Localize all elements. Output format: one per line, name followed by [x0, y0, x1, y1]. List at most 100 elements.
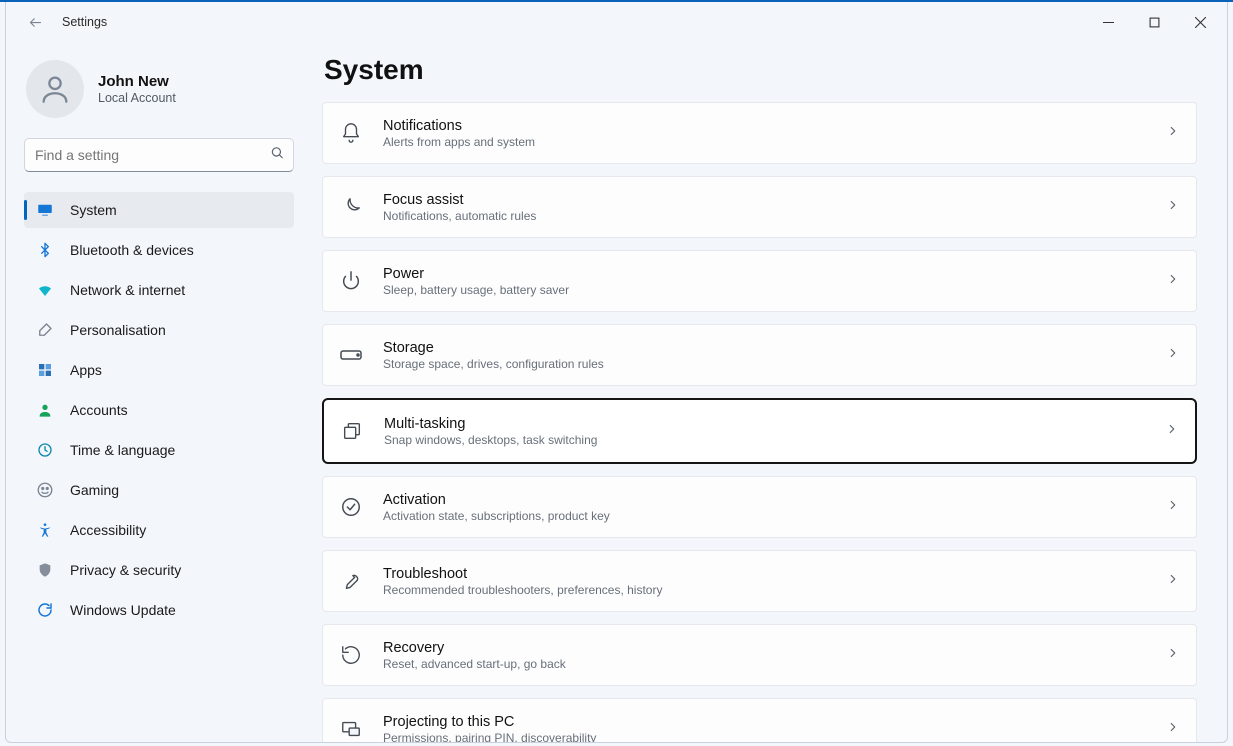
settings-cards: Notifications Alerts from apps and syste… — [322, 102, 1197, 742]
project-icon — [337, 715, 365, 742]
card-sub: Activation state, subscriptions, product… — [383, 509, 1148, 523]
sidebar-item-bluetooth-devices[interactable]: Bluetooth & devices — [24, 232, 294, 268]
arrow-left-icon — [28, 15, 43, 30]
card-power[interactable]: Power Sleep, battery usage, battery save… — [322, 250, 1197, 312]
sidebar-item-label: Personalisation — [70, 322, 284, 338]
window-close-button[interactable] — [1177, 7, 1223, 37]
minimize-icon — [1103, 17, 1114, 28]
sidebar-item-apps[interactable]: Apps — [24, 352, 294, 388]
settings-window: Settings John New Local Account — [5, 2, 1228, 743]
sidebar-item-label: Privacy & security — [70, 562, 284, 578]
card-sub: Storage space, drives, configuration rul… — [383, 357, 1148, 371]
wifi-icon — [36, 281, 54, 299]
bluetooth-icon — [36, 241, 54, 259]
card-sub: Recommended troubleshooters, preferences… — [383, 583, 1148, 597]
account-icon — [36, 401, 54, 419]
maximize-icon — [1149, 17, 1160, 28]
sidebar-item-accessibility[interactable]: Accessibility — [24, 512, 294, 548]
card-sub: Permissions, pairing PIN, discoverabilit… — [383, 731, 1148, 743]
chevron-right-icon — [1166, 198, 1180, 217]
sidebar-item-label: Accounts — [70, 402, 284, 418]
card-title: Notifications — [383, 118, 1148, 134]
window-minimize-button[interactable] — [1085, 7, 1131, 37]
chevron-right-icon — [1166, 572, 1180, 591]
card-sub: Sleep, battery usage, battery saver — [383, 283, 1148, 297]
sidebar-item-label: Apps — [70, 362, 284, 378]
sidebar-item-network-internet[interactable]: Network & internet — [24, 272, 294, 308]
nav-list: System Bluetooth & devices Network & int… — [24, 192, 294, 628]
profile-sub: Local Account — [98, 91, 176, 105]
back-button[interactable] — [20, 7, 50, 37]
profile[interactable]: John New Local Account — [24, 60, 294, 138]
chevron-right-icon — [1166, 124, 1180, 143]
search-icon — [270, 146, 284, 165]
shield-icon — [36, 561, 54, 579]
page-title: System — [324, 54, 1197, 86]
wrench-icon — [337, 567, 365, 595]
recovery-icon — [337, 641, 365, 669]
main-content[interactable]: System Notifications Alerts from apps an… — [312, 42, 1227, 742]
storage-icon — [337, 341, 365, 369]
card-notifications[interactable]: Notifications Alerts from apps and syste… — [322, 102, 1197, 164]
sidebar-item-label: System — [70, 202, 284, 218]
bell-icon — [337, 119, 365, 147]
search-container — [24, 138, 294, 172]
card-title: Multi-tasking — [384, 416, 1147, 432]
sidebar-item-time-language[interactable]: Time & language — [24, 432, 294, 468]
sidebar-item-windows-update[interactable]: Windows Update — [24, 592, 294, 628]
card-recovery[interactable]: Recovery Reset, advanced start-up, go ba… — [322, 624, 1197, 686]
card-title: Activation — [383, 492, 1148, 508]
card-title: Projecting to this PC — [383, 714, 1148, 730]
sidebar-item-label: Windows Update — [70, 602, 284, 618]
card-title: Storage — [383, 340, 1148, 356]
sidebar-item-label: Accessibility — [70, 522, 284, 538]
sidebar-item-system[interactable]: System — [24, 192, 294, 228]
brush-icon — [36, 321, 54, 339]
card-multi-tasking[interactable]: Multi-tasking Snap windows, desktops, ta… — [322, 398, 1197, 464]
sidebar-item-gaming[interactable]: Gaming — [24, 472, 294, 508]
multitask-icon — [338, 417, 366, 445]
chevron-right-icon — [1165, 422, 1179, 441]
chevron-right-icon — [1166, 720, 1180, 739]
avatar — [26, 60, 84, 118]
chevron-right-icon — [1166, 646, 1180, 665]
update-icon — [36, 601, 54, 619]
profile-name: John New — [98, 73, 176, 90]
card-storage[interactable]: Storage Storage space, drives, configura… — [322, 324, 1197, 386]
search-input[interactable] — [24, 138, 294, 172]
close-icon — [1195, 17, 1206, 28]
moon-icon — [337, 193, 365, 221]
chevron-right-icon — [1166, 272, 1180, 291]
sidebar-item-label: Gaming — [70, 482, 284, 498]
card-focus-assist[interactable]: Focus assist Notifications, automatic ru… — [322, 176, 1197, 238]
body: John New Local Account System Bluetooth … — [6, 42, 1227, 742]
apps-icon — [36, 361, 54, 379]
card-sub: Alerts from apps and system — [383, 135, 1148, 149]
card-projecting-to-this-pc[interactable]: Projecting to this PC Permissions, pairi… — [322, 698, 1197, 742]
card-title: Focus assist — [383, 192, 1148, 208]
accessibility-icon — [36, 521, 54, 539]
clock-icon — [36, 441, 54, 459]
card-sub: Snap windows, desktops, task switching — [384, 433, 1147, 447]
sidebar-item-accounts[interactable]: Accounts — [24, 392, 294, 428]
card-title: Troubleshoot — [383, 566, 1148, 582]
sidebar-item-personalisation[interactable]: Personalisation — [24, 312, 294, 348]
person-icon — [38, 72, 72, 106]
card-sub: Notifications, automatic rules — [383, 209, 1148, 223]
chevron-right-icon — [1166, 346, 1180, 365]
app-title: Settings — [62, 15, 107, 29]
title-bar: Settings — [6, 2, 1227, 42]
sidebar-item-label: Bluetooth & devices — [70, 242, 284, 258]
sidebar-item-privacy-security[interactable]: Privacy & security — [24, 552, 294, 588]
chevron-right-icon — [1166, 498, 1180, 517]
check-icon — [337, 493, 365, 521]
card-sub: Reset, advanced start-up, go back — [383, 657, 1148, 671]
sidebar-item-label: Network & internet — [70, 282, 284, 298]
power-icon — [337, 267, 365, 295]
sidebar-item-label: Time & language — [70, 442, 284, 458]
sidebar: John New Local Account System Bluetooth … — [6, 42, 312, 742]
card-title: Recovery — [383, 640, 1148, 656]
card-troubleshoot[interactable]: Troubleshoot Recommended troubleshooters… — [322, 550, 1197, 612]
card-activation[interactable]: Activation Activation state, subscriptio… — [322, 476, 1197, 538]
window-maximize-button[interactable] — [1131, 7, 1177, 37]
